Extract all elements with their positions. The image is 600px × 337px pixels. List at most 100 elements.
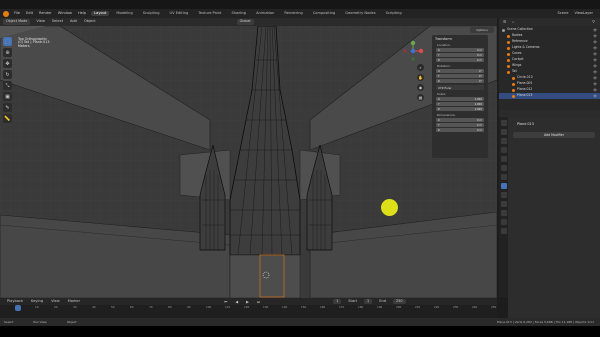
measure-tool-icon[interactable]: 📏 [3, 114, 12, 123]
scale-tool-icon[interactable]: ⤡ [3, 81, 12, 90]
workspace-tab-uv-editing[interactable]: UV Editing [167, 11, 192, 17]
visibility-eye-icon[interactable]: 👁 [593, 34, 597, 38]
transform-orientation-dropdown[interactable]: Global [236, 19, 254, 25]
render-tab-icon[interactable] [500, 129, 507, 135]
timeline-menu-playback[interactable]: Playback [6, 299, 24, 304]
workspace-tab-compositing[interactable]: Compositing [310, 11, 339, 17]
outliner-filter-icon[interactable]: ⛛ [591, 20, 596, 24]
dimensions-x-field[interactable]: X 0 m [436, 118, 484, 123]
constraints-tab-icon[interactable] [500, 210, 507, 216]
visibility-eye-icon[interactable]: 👁 [593, 70, 597, 74]
workspace-tab-modeling[interactable]: Modeling [113, 11, 135, 17]
timeline-menu-keying[interactable]: Keying [30, 299, 44, 304]
viewport-menu-object[interactable]: Object [83, 20, 97, 24]
visibility-eye-icon[interactable]: 👁 [593, 94, 597, 98]
play-reverse-icon[interactable]: ◀ [234, 300, 239, 304]
scene-selector[interactable]: Scene [556, 11, 569, 16]
visibility-eye-icon[interactable]: 👁 [593, 40, 597, 44]
workspace-tab-shading[interactable]: Shading [228, 11, 249, 17]
data-tab-icon[interactable] [500, 219, 507, 225]
rotation-x-field[interactable]: X 0° [436, 69, 484, 74]
move-tool-icon[interactable]: ✥ [3, 59, 12, 68]
tool-tab-icon[interactable] [500, 120, 507, 126]
location-y-field[interactable]: Y 0 m [436, 53, 484, 58]
viewport-menu-select[interactable]: Select [51, 20, 64, 24]
frame-ruler[interactable]: 0102030405060708090100110120130140150160… [0, 305, 497, 313]
axis-gizmo[interactable] [402, 40, 424, 62]
camera-icon[interactable]: ◉ [417, 84, 424, 91]
location-z-field[interactable]: Z 0 m [436, 58, 484, 63]
rotate-tool-icon[interactable]: ↻ [3, 70, 12, 79]
viewport-menu-view[interactable]: View [35, 20, 46, 24]
dimensions-y-field[interactable]: Y 0 m [436, 123, 484, 128]
workspace-tab-sculpting[interactable]: Sculpting [140, 11, 163, 17]
select-box-tool-icon[interactable]: ⬚ [3, 37, 12, 46]
workspace-tab-scripting[interactable]: Scripting [383, 11, 405, 17]
transform-panel-title[interactable]: Transform [435, 37, 486, 41]
play-icon[interactable]: ▶ [245, 300, 250, 304]
scene-tab-icon[interactable] [500, 156, 507, 162]
outliner-item[interactable]: Plane.013 👁 [499, 93, 600, 99]
rotation-y-field[interactable]: Y 0° [436, 74, 484, 79]
grid-icon[interactable]: ▦ [417, 94, 424, 101]
mode-dropdown[interactable]: Object Mode [3, 19, 31, 25]
physics-tab-icon[interactable] [500, 201, 507, 207]
dimensions-z-field[interactable]: Z 0 m [436, 128, 484, 133]
viewport-menu-add[interactable]: Add [69, 20, 78, 24]
modifier-wrench-tab-icon[interactable] [500, 183, 507, 189]
visibility-eye-icon[interactable]: 👁 [593, 82, 597, 86]
material-tab-icon[interactable] [500, 228, 507, 234]
outliner-editor-icon[interactable]: ☰ [502, 20, 507, 24]
pan-hand-icon[interactable]: ✋ [417, 74, 424, 81]
zoom-icon[interactable]: ⌕ [417, 64, 424, 71]
rotation-z-field[interactable]: Z 0° [436, 79, 484, 84]
visibility-eye-icon[interactable]: 👁 [593, 58, 597, 62]
start-frame-field[interactable]: 1 [364, 298, 373, 305]
jump-start-icon[interactable]: ⏮ [223, 300, 228, 304]
outliner-search-icon[interactable]: ⌕ [511, 20, 515, 24]
workspace-tab-animation[interactable]: Animation [253, 11, 277, 17]
menu-render[interactable]: Render [38, 11, 53, 16]
annotate-tool-icon[interactable]: ✎ [3, 103, 12, 112]
visibility-eye-icon[interactable]: 👁 [593, 52, 597, 56]
blender-window: File Edit Render Window Help Layout Mode… [0, 0, 600, 337]
transform-tool-icon[interactable]: ▣ [3, 92, 12, 101]
view-layer-selector[interactable]: ViewLayer [573, 11, 594, 16]
menu-window[interactable]: Window [57, 11, 73, 16]
add-modifier-button[interactable]: Add Modifier [513, 132, 595, 139]
options-dropdown[interactable]: Options [470, 27, 494, 33]
timeline-menu-view[interactable]: View [50, 299, 61, 304]
workspace-tab-texture-paint[interactable]: Texture Paint [195, 11, 224, 17]
scale-x-field[interactable]: X 1.000 [436, 97, 484, 102]
object-tab-icon[interactable] [500, 174, 507, 180]
rotation-mode-dropdown[interactable]: XYZ Euler [436, 85, 484, 91]
jump-end-icon[interactable]: ⏭ [256, 300, 261, 304]
world-tab-icon[interactable] [500, 165, 507, 171]
menu-help[interactable]: Help [77, 11, 87, 16]
frame-tick-label: 100 [206, 305, 212, 309]
object-name-field[interactable]: Plane.013 [517, 122, 597, 126]
frame-tick-label: 250 [491, 305, 497, 309]
timeline-menu-marker[interactable]: Marker [67, 299, 81, 304]
visibility-eye-icon[interactable]: 👁 [593, 64, 597, 68]
visibility-eye-icon[interactable]: 👁 [593, 76, 597, 80]
current-frame-field[interactable]: 1 [333, 298, 342, 305]
location-x-field[interactable]: X 0 m [436, 48, 484, 53]
workspace-tab-layout[interactable]: Layout [91, 10, 110, 17]
workspace-tab-geometry-nodes[interactable]: Geometry Nodes [342, 11, 378, 17]
visibility-eye-icon[interactable]: 👁 [593, 28, 597, 32]
view-layer-tab-icon[interactable] [500, 147, 507, 153]
cursor-tool-icon[interactable]: ⊕ [3, 48, 12, 57]
menu-file[interactable]: File [13, 11, 21, 16]
output-tab-icon[interactable] [500, 138, 507, 144]
scale-z-field[interactable]: Z 1.000 [436, 107, 484, 112]
blender-logo-icon[interactable] [3, 10, 9, 17]
end-frame-field[interactable]: 250 [393, 298, 406, 305]
visibility-eye-icon[interactable]: 👁 [593, 46, 597, 50]
particles-tab-icon[interactable] [500, 192, 507, 198]
scale-y-field[interactable]: Y 1.000 [436, 102, 484, 107]
menu-edit[interactable]: Edit [25, 11, 34, 16]
visibility-eye-icon[interactable]: 👁 [593, 88, 597, 92]
playhead[interactable] [15, 305, 21, 311]
workspace-tab-rendering[interactable]: Rendering [281, 11, 305, 17]
